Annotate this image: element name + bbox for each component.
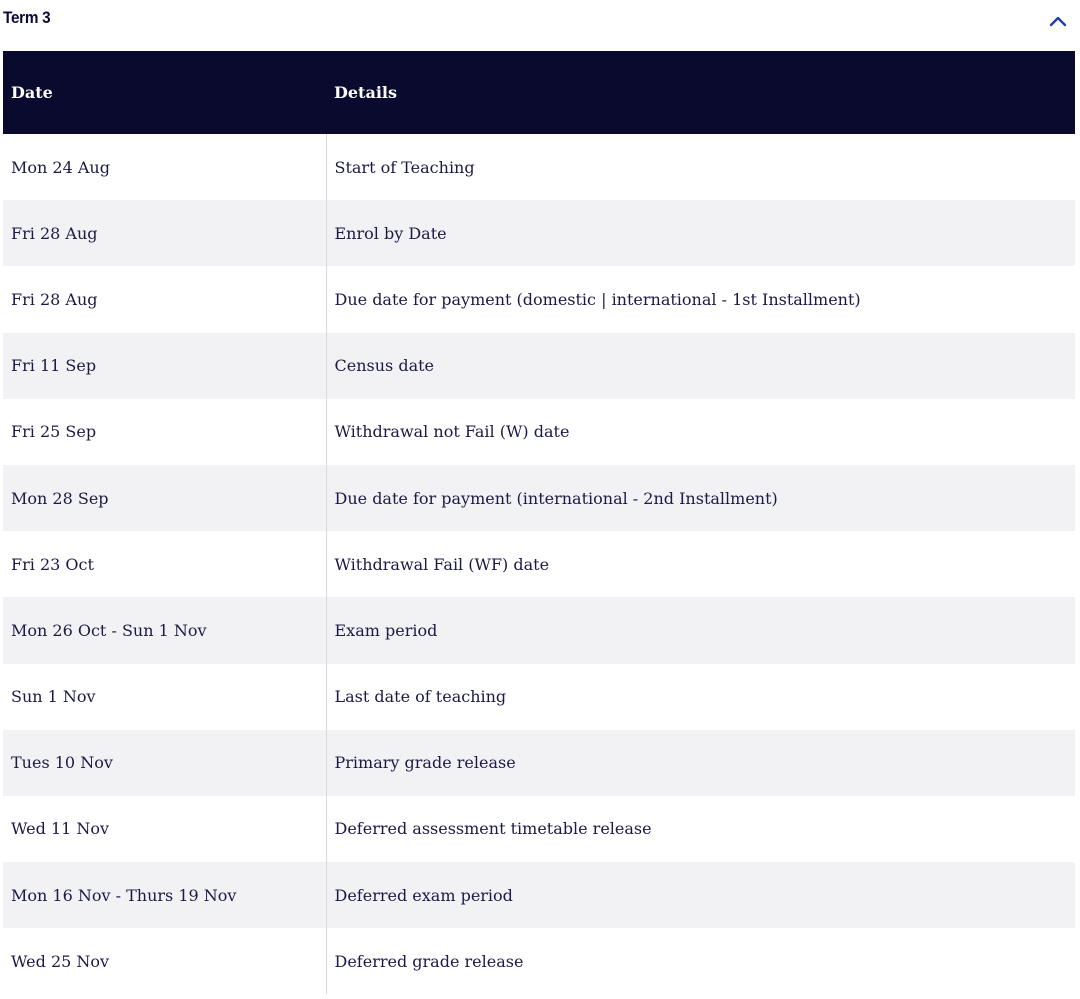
table-row: Mon 16 Nov - Thurs 19 Nov Deferred exam p… xyxy=(3,862,1075,929)
details-cell: Start of Teaching xyxy=(334,157,475,177)
date-cell: Mon 28 Sep xyxy=(3,464,327,532)
date-cell: Sun 1 Nov xyxy=(3,663,327,730)
table-header: Date Details xyxy=(3,51,1075,134)
details-cell: Due date for payment (international - 2n… xyxy=(334,488,778,508)
table-row: Sun 1 Nov Last date of teaching xyxy=(3,663,1075,730)
table-row: Wed 11 Nov Deferred assessment timetable … xyxy=(3,795,1075,863)
table-row: Mon 26 Oct - Sun 1 Nov Exam period xyxy=(3,597,1075,664)
term-title: Term 3 xyxy=(3,8,51,27)
date-cell: Fri 11 Sep xyxy=(3,332,327,399)
date-cell: Mon 16 Nov - Thurs 19 Nov xyxy=(3,862,327,929)
chevron-up-icon[interactable] xyxy=(1046,11,1070,31)
date-cell: Fri 28 Aug xyxy=(3,266,327,333)
date-cell: Wed 11 Nov xyxy=(3,795,327,863)
table-row: Fri 25 Sep Withdrawal not Fail (W) date xyxy=(3,398,1075,465)
details-cell: Deferred assessment timetable release xyxy=(334,819,652,839)
details-cell: Primary grade release xyxy=(334,753,516,773)
table-row: Fri 28 Aug Due date for payment (domestic… xyxy=(3,266,1075,333)
table-row: Fri 23 Oct Withdrawal Fail (WF) date xyxy=(3,531,1075,598)
details-cell: Due date for payment (domestic | interna… xyxy=(334,289,861,309)
details-cell: Withdrawal Fail (WF) date xyxy=(334,554,550,574)
key-dates-table: Date Details Mon 24 Aug Start of Teaching… xyxy=(3,51,1075,995)
details-cell: Enrol by Date xyxy=(334,223,447,243)
date-cell: Mon 26 Oct - Sun 1 Nov xyxy=(3,597,327,664)
details-column-header: Details xyxy=(334,83,397,102)
table-row: Mon 24 Aug Start of Teaching xyxy=(3,134,1075,201)
details-cell: Withdrawal not Fail (W) date xyxy=(334,422,570,442)
term-accordion-header[interactable]: Term 3 xyxy=(0,0,1080,50)
table-header-row: Date Details xyxy=(3,51,1075,134)
details-cell: Deferred grade release xyxy=(334,951,524,971)
date-cell: Tues 10 Nov xyxy=(3,729,327,796)
date-cell: Mon 24 Aug xyxy=(3,134,327,201)
details-cell: Deferred exam period xyxy=(334,885,513,905)
table-row: Mon 28 Sep Due date for payment (internat… xyxy=(3,464,1075,532)
date-cell: Fri 23 Oct xyxy=(3,531,327,598)
date-cell: Fri 28 Aug xyxy=(3,200,327,267)
details-cell: Census date xyxy=(334,356,435,376)
table-body: Mon 24 Aug Start of Teaching Fri 28 Aug Enr… xyxy=(3,134,1075,995)
details-cell: Exam period xyxy=(334,620,438,640)
table-row: Tues 10 Nov Primary grade release xyxy=(3,729,1075,796)
table-row: Wed 25 Nov Deferred grade release xyxy=(3,928,1075,995)
date-column-header: Date xyxy=(11,83,53,102)
table-row: Fri 11 Sep Census date xyxy=(3,332,1075,399)
date-cell: Fri 25 Sep xyxy=(3,398,327,465)
date-cell: Wed 25 Nov xyxy=(3,928,327,995)
table-row: Fri 28 Aug Enrol by Date xyxy=(3,200,1075,267)
details-cell: Last date of teaching xyxy=(334,687,507,707)
